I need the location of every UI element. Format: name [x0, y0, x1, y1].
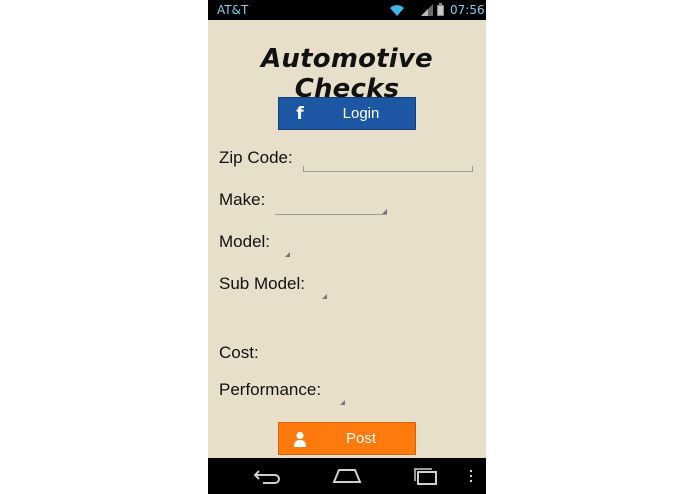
carrier-name: AT&T: [217, 3, 249, 17]
facebook-icon: f: [296, 104, 304, 124]
login-button-label: Login: [342, 105, 380, 122]
signal-icon: [421, 4, 433, 16]
post-button-label: Post: [345, 430, 376, 447]
dropdown-corner-icon: [382, 209, 387, 214]
make-dropdown[interactable]: [275, 199, 387, 215]
cost-label: Cost:: [219, 343, 259, 362]
app-title: Automotive Checks: [261, 44, 433, 104]
zip-code-input[interactable]: [303, 148, 473, 172]
post-button[interactable]: Post: [278, 422, 416, 455]
status-clock: 07:56: [450, 3, 485, 17]
menu-icon: [470, 470, 472, 482]
sub-model-label: Sub Model:: [219, 274, 305, 293]
navigation-bar: [208, 458, 486, 494]
make-label: Make:: [219, 190, 266, 209]
wifi-icon: [389, 3, 405, 17]
recent-apps-button[interactable]: [410, 458, 442, 494]
dropdown-corner-icon: [285, 252, 290, 257]
dropdown-corner-icon: [322, 294, 327, 299]
home-button[interactable]: [331, 458, 363, 494]
performance-label: Performance:: [219, 380, 322, 399]
battery-icon: [437, 3, 444, 16]
back-button[interactable]: [253, 458, 285, 494]
model-label: Model:: [219, 232, 271, 251]
zip-code-input-edge: [472, 166, 473, 172]
performance-dropdown[interactable]: [335, 390, 345, 406]
zip-code-input-edge: [303, 166, 304, 172]
recent-apps-icon: [414, 468, 437, 485]
back-icon: [253, 470, 280, 484]
status-bar: AT&T 07:56: [208, 0, 486, 20]
model-dropdown[interactable]: [280, 242, 290, 258]
phone-screen: AT&T 07:56 Automotive Checks f Login Zip…: [208, 0, 486, 494]
login-button[interactable]: f Login: [278, 97, 416, 130]
make-dropdown-underline: [275, 214, 387, 215]
person-icon: [293, 431, 307, 448]
zip-code-label: Zip Code:: [219, 148, 293, 167]
home-icon: [332, 469, 362, 483]
menu-button[interactable]: [463, 458, 479, 494]
dropdown-corner-icon: [340, 400, 345, 405]
sub-model-dropdown[interactable]: [317, 284, 327, 300]
